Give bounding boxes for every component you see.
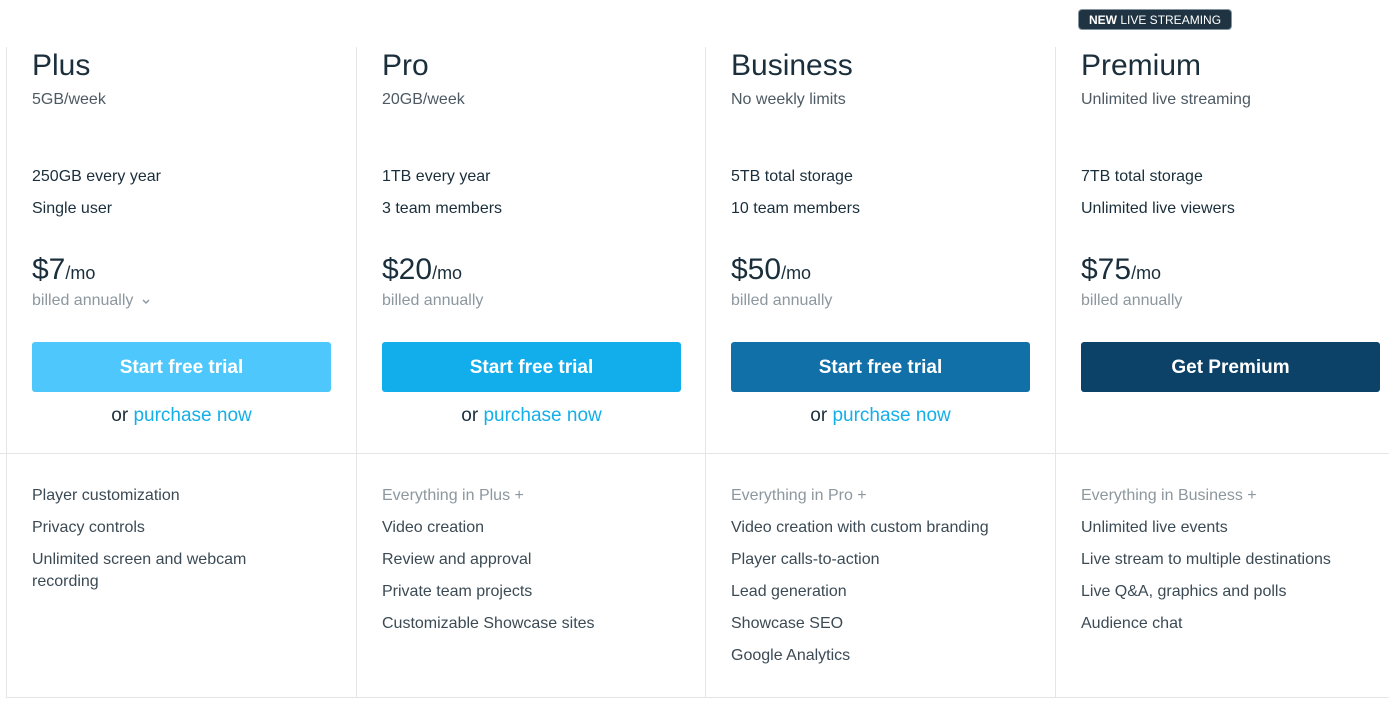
feature-lead: Everything in Plus +	[382, 487, 524, 504]
billing-label: billed annually	[731, 292, 833, 309]
plan-subtitle: 20GB/week	[382, 91, 465, 108]
or-label: or	[810, 405, 828, 426]
plan-subtitle: Unlimited live streaming	[1081, 91, 1251, 108]
start-free-trial-button[interactable]: Start free trial	[731, 342, 1030, 392]
plan-card-premium: Premium Unlimited live streaming 7TB tot…	[1055, 47, 1389, 697]
feature-item: Private team projects	[382, 583, 533, 600]
purchase-now-link[interactable]: purchase now	[832, 405, 950, 426]
badge-label: LIVE STREAMING	[1117, 13, 1222, 27]
start-free-trial-button[interactable]: Start free trial	[382, 342, 681, 392]
or-label: or	[111, 405, 129, 426]
feature-item: Privacy controls	[32, 519, 145, 536]
feature-item: Video creation	[382, 519, 484, 536]
feature-item: Review and approval	[382, 551, 532, 568]
plan-subtitle: No weekly limits	[731, 91, 846, 108]
feature-item: Video creation with custom branding	[731, 519, 989, 536]
purchase-line: or purchase now	[382, 405, 681, 427]
feature-lead: Everything in Business +	[1081, 487, 1257, 504]
feature-item: Unlimited live events	[1081, 519, 1228, 536]
new-live-streaming-badge: NEW LIVE STREAMING	[1078, 9, 1233, 30]
price-amount: $75	[1081, 253, 1132, 286]
feature-item: Showcase SEO	[731, 615, 844, 632]
plan-card-business: Business No weekly limits 5TB total stor…	[705, 47, 1055, 697]
feature-list: Player customization Privacy controls Un…	[32, 485, 332, 603]
purchase-line: or purchase now	[731, 405, 1030, 427]
plan-card-plus: Plus 5GB/week 250GB every year Single us…	[6, 47, 356, 697]
plan-title: Plus	[32, 49, 91, 82]
plan-spec: 10 team members	[731, 200, 860, 217]
plan-title: Pro	[382, 49, 429, 82]
get-premium-button[interactable]: Get Premium	[1081, 342, 1380, 392]
purchase-now-link[interactable]: purchase now	[133, 405, 251, 426]
purchase-now-link[interactable]: purchase now	[483, 405, 601, 426]
plan-price: $75/mo	[1081, 253, 1161, 287]
feature-item: Lead generation	[731, 583, 847, 600]
price-amount: $20	[382, 253, 433, 286]
price-amount: $50	[731, 253, 782, 286]
plan-price: $7/mo	[32, 253, 95, 287]
plan-spec: 3 team members	[382, 200, 503, 217]
billing-label: billed annually	[1081, 292, 1183, 309]
plan-subtitle: 5GB/week	[32, 91, 106, 108]
price-period: /mo	[1131, 263, 1162, 283]
price-period: /mo	[781, 263, 812, 283]
billing-label: billed annually	[32, 292, 134, 310]
billing-label: billed annually	[382, 292, 484, 309]
feature-item: Live stream to multiple destinations	[1081, 551, 1331, 568]
billing-cycle-dropdown[interactable]: billed annually	[32, 292, 151, 310]
feature-list: Everything in Pro + Video creation with …	[731, 485, 1031, 677]
price-period: /mo	[432, 263, 463, 283]
plan-spec: 1TB every year	[382, 168, 491, 185]
plan-spec: Single user	[32, 200, 113, 217]
purchase-line: or purchase now	[32, 405, 331, 427]
feature-item: Player customization	[32, 487, 180, 504]
start-free-trial-button[interactable]: Start free trial	[32, 342, 331, 392]
plan-price: $20/mo	[382, 253, 462, 287]
badge-new-label: NEW	[1089, 13, 1117, 27]
feature-item: Live Q&A, graphics and polls	[1081, 583, 1287, 600]
or-label: or	[461, 405, 479, 426]
feature-item: Customizable Showcase sites	[382, 615, 595, 632]
plan-spec: 5TB total storage	[731, 168, 853, 185]
feature-item: Player calls-to-action	[731, 551, 880, 568]
feature-lead: Everything in Pro +	[731, 487, 867, 504]
plan-title: Premium	[1081, 49, 1202, 82]
feature-list: Everything in Business + Unlimited live …	[1081, 485, 1381, 645]
chevron-down-icon	[141, 292, 151, 310]
feature-item: Audience chat	[1081, 615, 1183, 632]
plan-spec: 250GB every year	[32, 168, 161, 185]
plan-spec: Unlimited live viewers	[1081, 200, 1235, 217]
plan-title: Business	[731, 49, 853, 82]
plan-card-pro: Pro 20GB/week 1TB every year 3 team memb…	[356, 47, 705, 697]
price-amount: $7	[32, 253, 66, 286]
plan-price: $50/mo	[731, 253, 811, 287]
price-period: /mo	[65, 263, 96, 283]
pricing-table: Plus 5GB/week 250GB every year Single us…	[0, 47, 1389, 698]
feature-list: Everything in Plus + Video creation Revi…	[382, 485, 682, 645]
feature-item: Unlimited screen and webcam recording	[32, 551, 247, 590]
feature-item: Google Analytics	[731, 647, 851, 664]
plan-spec: 7TB total storage	[1081, 168, 1203, 185]
